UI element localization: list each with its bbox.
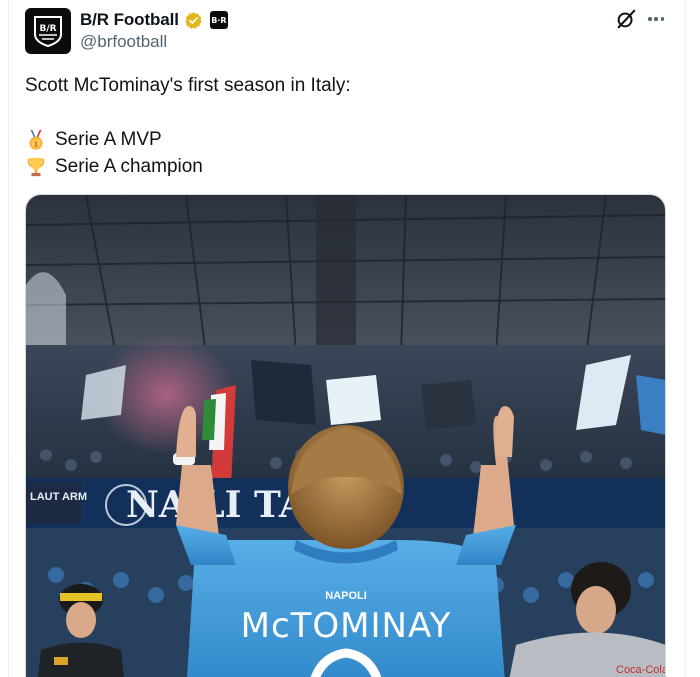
grok-icon[interactable] (615, 8, 637, 30)
svg-text:1: 1 (33, 139, 38, 148)
stadium-photo: NA LI TAL LAUT ARM Coca-Cola NAPOLI McTO… (26, 195, 666, 677)
verified-icon[interactable] (184, 11, 203, 30)
user-handle[interactable]: @brfootball (80, 32, 167, 52)
medal-icon: 1 (29, 129, 43, 150)
jersey-sponsor-text: NAPOLI (325, 590, 367, 602)
trophy-icon (27, 157, 45, 176)
tweet-line-champion: Serie A champion (25, 153, 655, 180)
tweet-photo[interactable]: NA LI TAL LAUT ARM Coca-Cola NAPOLI McTO… (25, 194, 666, 677)
svg-text:B/R: B/R (39, 24, 56, 34)
profile-avatar[interactable]: B/R (25, 8, 71, 54)
tweet-text: Scott McTominay's first season in Italy:… (25, 72, 655, 180)
affiliate-badge-icon[interactable]: B·R (209, 11, 228, 29)
svg-text:Coca-Cola: Coca-Cola (616, 664, 666, 676)
display-name[interactable]: B/R Football (80, 10, 179, 30)
tweet-line-mvp: 1 Serie A MVP (25, 126, 655, 153)
more-options-icon[interactable] (645, 9, 667, 29)
tweet-intro: Scott McTominay's first season in Italy: (25, 75, 351, 96)
tweet-line-text: Serie A champion (55, 156, 203, 177)
tweet-line-text: Serie A MVP (55, 129, 162, 150)
jersey-name-text: McTOMINAY (241, 606, 452, 646)
br-logo-icon: B/R (34, 16, 62, 48)
name-row: B/R Football B·R (80, 8, 228, 32)
side-banner-text: LAUT ARM (30, 491, 87, 503)
